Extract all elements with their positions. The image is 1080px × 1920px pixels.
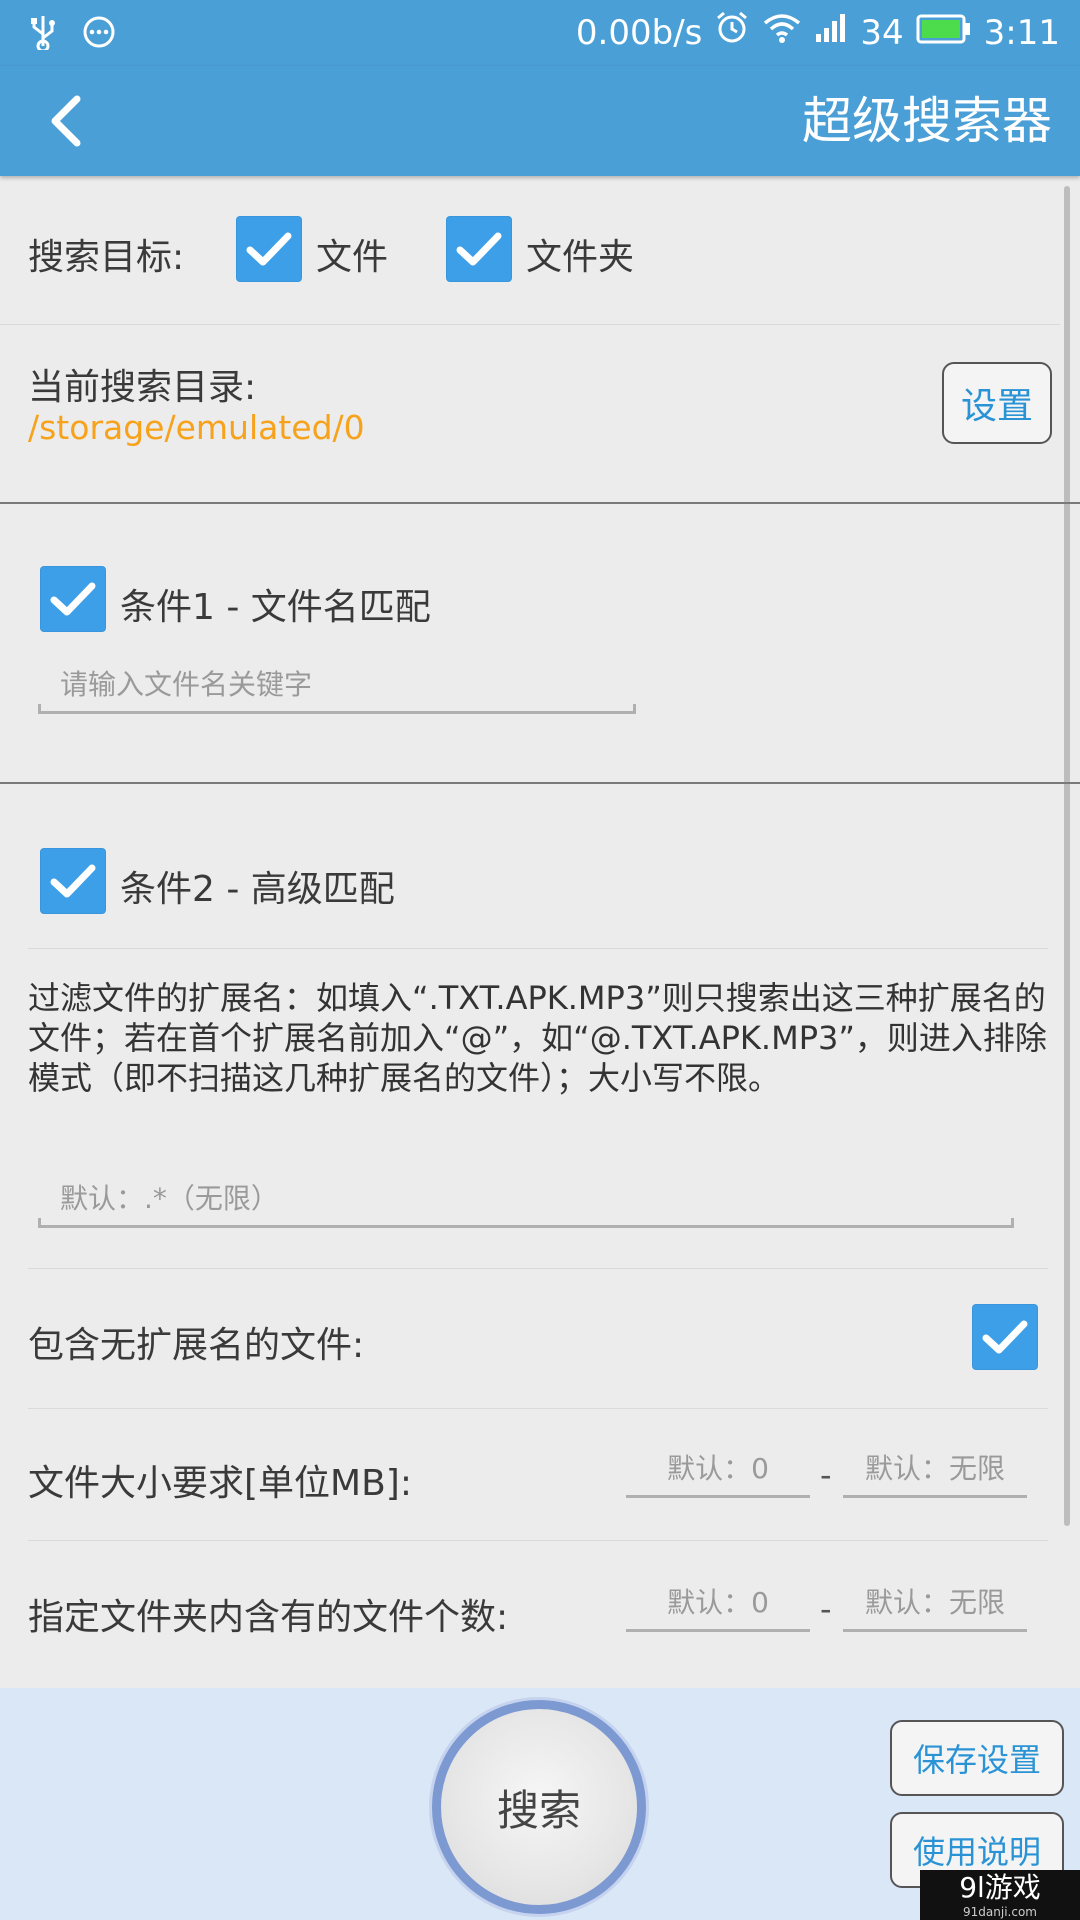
section-divider <box>0 782 1080 784</box>
page-title: 超级搜索器 <box>802 92 1052 150</box>
directory-label: 当前搜索目录: <box>28 367 257 408</box>
chevron-left-icon <box>51 95 81 147</box>
search-target-label: 搜索目标: <box>28 237 185 278</box>
size-min-input[interactable] <box>626 1442 810 1498</box>
divider <box>28 948 1048 949</box>
settings-content[interactable]: 搜索目标: 文件 文件夹 当前搜索目录: /storage/emulated/0… <box>0 176 1080 1688</box>
divider <box>0 324 1060 325</box>
watermark-brand: 9l游戏 <box>959 1871 1041 1904</box>
section-divider <box>0 502 1080 504</box>
extension-filter-input[interactable] <box>38 1172 1014 1228</box>
wifi-icon <box>762 10 802 56</box>
directory-path: /storage/emulated/0 <box>28 408 365 447</box>
no-extension-label: 包含无扩展名的文件: <box>28 1325 365 1366</box>
filename-keyword-input[interactable] <box>38 658 636 714</box>
usb-icon <box>28 14 58 54</box>
scrollbar[interactable] <box>1064 186 1070 1526</box>
folder-checkbox[interactable] <box>446 216 512 282</box>
status-time: 3:11 <box>983 13 1060 53</box>
condition1-label[interactable]: 条件1 - 文件名匹配 <box>120 578 431 630</box>
signal-icon <box>814 10 848 56</box>
status-bar: 0.00b/s 34 3:11 <box>0 0 1080 66</box>
field-edge <box>1011 1218 1014 1228</box>
divider <box>28 1268 1048 1269</box>
file-checkbox[interactable] <box>236 216 302 282</box>
file-option-label[interactable]: 文件 <box>316 228 388 280</box>
set-directory-button[interactable]: 设置 <box>942 362 1052 444</box>
condition2-label[interactable]: 条件2 - 高级匹配 <box>120 860 395 912</box>
divider <box>28 1540 1048 1541</box>
file-size-label: 文件大小要求[单位MB]: <box>28 1463 412 1504</box>
battery-icon <box>916 10 972 56</box>
field-edge <box>38 704 41 714</box>
signal-number: 34 <box>860 13 904 53</box>
save-settings-button[interactable]: 保存设置 <box>890 1720 1064 1796</box>
watermark-site: 91danji.com <box>963 1905 1037 1919</box>
count-min-input[interactable] <box>626 1576 810 1632</box>
alarm-icon <box>714 9 750 57</box>
search-button[interactable]: 搜索 <box>432 1700 646 1914</box>
checkmark-icon <box>50 582 96 616</box>
condition2-checkbox[interactable] <box>40 848 106 914</box>
checkmark-icon <box>246 232 292 266</box>
condition1-checkbox[interactable] <box>40 566 106 632</box>
count-max-input[interactable] <box>843 1576 1027 1632</box>
back-button[interactable] <box>30 86 100 156</box>
field-edge <box>38 1218 41 1228</box>
extension-filter-description: 过滤文件的扩展名：如填入“.TXT.APK.MP3”则只搜索出这三种扩展名的文件… <box>28 979 1047 1097</box>
checkmark-icon <box>50 864 96 898</box>
range-separator: - <box>820 1456 832 1494</box>
checkmark-icon <box>982 1320 1028 1354</box>
no-extension-checkbox[interactable] <box>972 1304 1038 1370</box>
app-toolbar: 超级搜索器 <box>0 66 1080 176</box>
net-speed: 0.00b/s <box>575 13 703 53</box>
checkmark-icon <box>456 232 502 266</box>
file-count-label: 指定文件夹内含有的文件个数: <box>28 1597 509 1638</box>
watermark-logo: 9l游戏 91danji.com <box>920 1870 1080 1920</box>
folder-option-label[interactable]: 文件夹 <box>526 228 634 280</box>
field-edge <box>633 704 636 714</box>
size-max-input[interactable] <box>843 1442 1027 1498</box>
more-icon <box>82 15 116 53</box>
divider <box>28 1408 1048 1409</box>
range-separator: - <box>820 1590 832 1628</box>
